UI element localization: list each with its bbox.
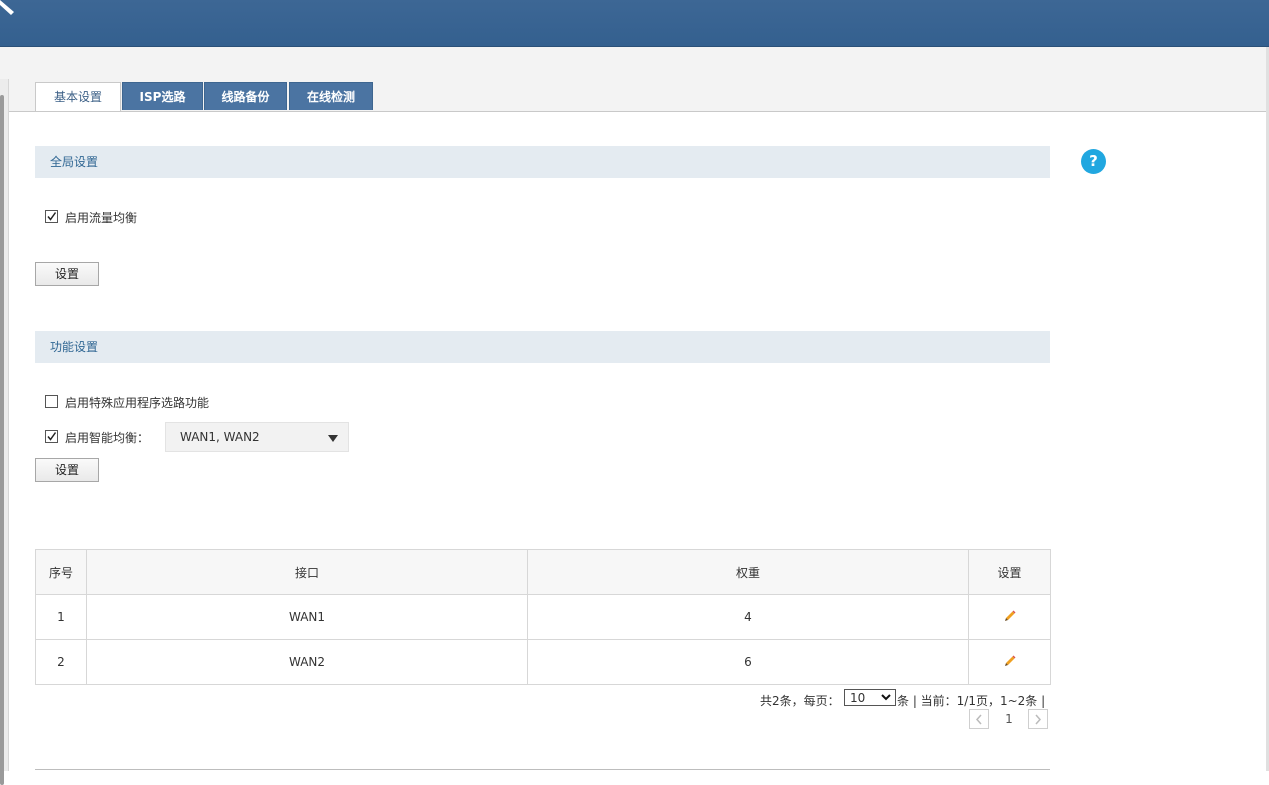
chevron-down-icon [881,694,891,701]
table-row: 1 WAN1 4 [35,594,1051,640]
next-page-button[interactable] [1028,709,1048,729]
tab-strip: 基本设置 ISP选路 线路备份 在线检测 [0,79,1269,112]
table-row: 2 WAN2 6 [35,639,1051,685]
tab-online-detection[interactable]: 在线检测 [289,82,373,110]
pagination-total: 共2条，每页： [760,694,840,708]
smart-balance-checkbox[interactable] [45,430,58,443]
dropdown-arrow-icon [328,435,338,442]
top-header-bar [0,0,1269,47]
edit-pencil-icon[interactable] [1003,654,1017,668]
chevron-right-icon [1035,714,1042,725]
checkmark-icon [47,432,57,441]
smart-balance-label: 启用智能均衡： [65,431,150,445]
function-set-button[interactable]: 设置 [35,458,99,482]
tab-isp-routing[interactable]: ISP选路 [122,82,203,110]
row-index: 1 [35,594,87,640]
header-settings: 设置 [968,549,1051,595]
edit-pencil-icon[interactable] [1003,609,1017,623]
chevron-left-icon [975,714,982,725]
tab-basic-settings[interactable]: 基本设置 [35,82,121,111]
smart-balance-interface-select[interactable]: WAN1, WAN2 [165,422,349,452]
left-frame-edge [0,79,9,785]
global-settings-header: 全局设置 [35,146,1050,178]
row-settings-cell [968,639,1051,685]
function-settings-header: 功能设置 [35,331,1050,363]
row-settings-cell [968,594,1051,640]
help-icon[interactable]: ? [1081,149,1106,174]
table-header-row: 序号 接口 权重 设置 [35,549,1051,595]
bottom-divider [35,769,1050,770]
header-interface: 接口 [86,549,528,595]
row-weight: 4 [527,594,969,640]
prev-page-button[interactable] [969,709,989,729]
enable-load-balance-checkbox[interactable] [45,210,58,223]
special-app-routing-checkbox[interactable] [45,395,58,408]
tab-line-backup[interactable]: 线路备份 [204,82,287,110]
back-arrow-icon[interactable] [0,0,16,16]
special-app-routing-label: 启用特殊应用程序选路功能 [65,396,210,410]
breadcrumb-bar [0,47,1269,80]
left-scrollbar[interactable] [0,95,4,785]
checkmark-icon [47,212,57,221]
current-page-number[interactable]: 1 [1003,712,1015,726]
header-weight: 权重 [527,549,969,595]
row-weight: 6 [527,639,969,685]
per-page-select[interactable]: 10 [844,689,896,706]
enable-load-balance-label: 启用流量均衡 [65,211,138,225]
global-settings-title: 全局设置 [50,155,99,169]
per-page-value: 10 [850,691,866,705]
row-index: 2 [35,639,87,685]
header-index: 序号 [35,549,87,595]
function-settings-title: 功能设置 [50,340,99,354]
row-interface: WAN2 [86,639,528,685]
row-interface: WAN1 [86,594,528,640]
weight-table: 序号 接口 权重 设置 1 WAN1 4 2 WAN2 6 [35,549,1051,685]
pagination-status: 条 | 当前：1/1页，1~2条 | [897,694,1046,708]
global-set-button[interactable]: 设置 [35,262,99,286]
smart-balance-selected-value: WAN1, WAN2 [180,430,260,444]
